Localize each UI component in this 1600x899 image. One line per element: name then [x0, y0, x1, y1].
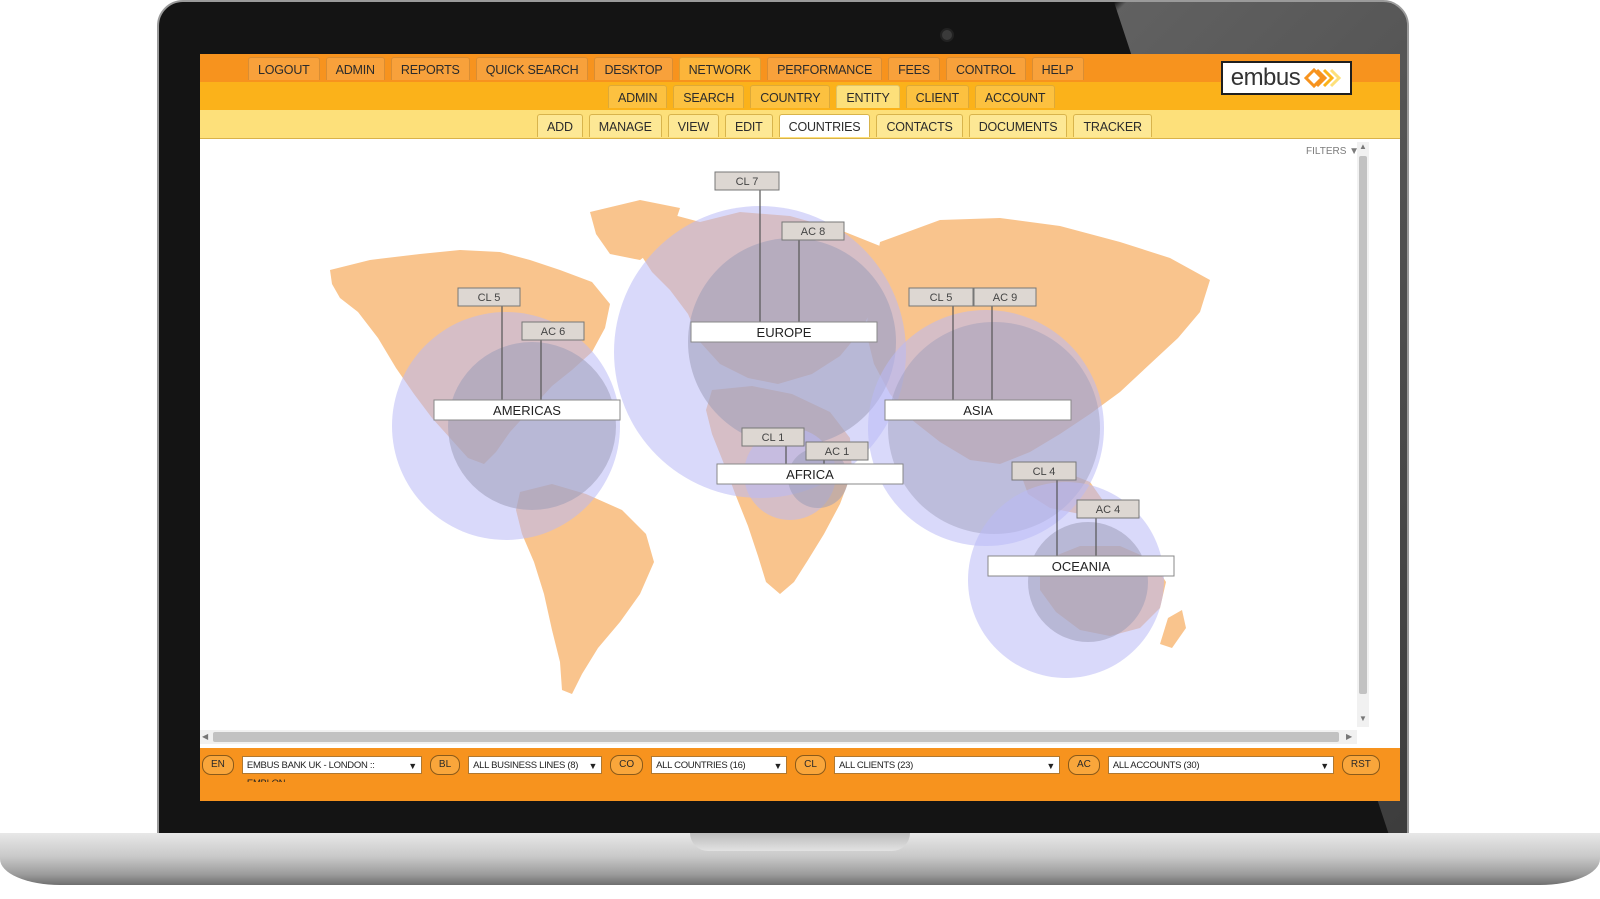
primary-tab-fees[interactable]: FEES — [888, 57, 940, 80]
secondary-tab-country[interactable]: COUNTRY — [750, 85, 831, 108]
chevron-down-icon: ▼ — [773, 761, 783, 771]
oceania-cl-tag: CL 4 — [1011, 461, 1077, 481]
scroll-up-icon[interactable]: ▲ — [1359, 142, 1367, 151]
chevron-down-icon: ▼ — [1320, 761, 1329, 771]
africa-cl-text: CL 1 — [762, 432, 785, 444]
primary-tab-network[interactable]: NETWORK — [678, 57, 762, 80]
secondary-nav: ADMIN SEARCH COUNTRY ENTITY CLIENT ACCOUNT — [200, 82, 1400, 110]
americas-cl-text: CL 5 — [478, 292, 501, 304]
tertiary-tab-documents[interactable]: DOCUMENTS — [968, 114, 1068, 137]
asia-label: ASIA — [884, 399, 1072, 421]
tertiary-tab-edit[interactable]: EDIT — [724, 114, 773, 137]
clients-select[interactable]: ALL CLIENTS (23) ▼ — [833, 756, 1060, 774]
primary-tab-quick-search[interactable]: QUICK SEARCH — [475, 57, 589, 80]
tertiary-tab-add[interactable]: ADD — [537, 114, 583, 137]
language-button[interactable]: EN — [202, 755, 234, 775]
africa-ac-text: AC 1 — [825, 446, 849, 458]
vertical-scroll-thumb[interactable] — [1359, 156, 1367, 694]
americas-ac-bubble — [448, 342, 616, 510]
new-zealand-land — [1160, 610, 1186, 648]
vertical-scrollbar[interactable]: ▲ ▼ — [1357, 142, 1369, 727]
europe-cl-tag: CL 7 — [714, 171, 780, 191]
primary-tab-control[interactable]: CONTROL — [945, 57, 1026, 80]
tertiary-tab-countries[interactable]: COUNTRIES — [778, 114, 871, 137]
primary-nav: LOGOUT ADMIN REPORTS QUICK SEARCH DESKTOP NET… — [200, 54, 1400, 82]
chevron-down-icon: ▼ — [1046, 761, 1055, 771]
asia-label-text: ASIA — [963, 403, 993, 418]
laptop-notch — [690, 833, 910, 851]
primary-tab-help[interactable]: HELP — [1031, 57, 1084, 80]
americas-label: AMERICAS — [433, 399, 621, 421]
bl-button[interactable]: BL — [429, 755, 461, 775]
europe-ac-text: AC 8 — [801, 226, 825, 238]
africa-ac-tag: AC 1 — [805, 441, 869, 461]
primary-tab-logout[interactable]: LOGOUT — [248, 57, 320, 80]
oceania-ac-bubble — [1028, 522, 1148, 642]
secondary-tab-account[interactable]: ACCOUNT — [974, 85, 1056, 108]
africa-label: AFRICA — [716, 463, 904, 485]
horizontal-scroll-thumb[interactable] — [213, 732, 1339, 742]
primary-tab-reports[interactable]: REPORTS — [390, 57, 470, 80]
scroll-left-icon[interactable]: ◀ — [202, 732, 208, 741]
tertiary-tab-view[interactable]: VIEW — [667, 114, 719, 137]
logo-text: embus — [1230, 64, 1301, 91]
footer-strip — [200, 782, 1400, 801]
oceania-label-text: OCEANIA — [1052, 559, 1111, 574]
reset-button[interactable]: RST — [1341, 755, 1380, 775]
tertiary-tab-tracker[interactable]: TRACKER — [1073, 114, 1152, 137]
africa-label-text: AFRICA — [786, 467, 834, 482]
entity-select-value: EMBUS BANK UK - LONDON :: EMBLON — [246, 760, 375, 789]
europe-label: EUROPE — [690, 321, 878, 343]
asia-ac-text: AC 9 — [993, 292, 1017, 304]
entity-select[interactable]: EMBUS BANK UK - LONDON :: EMBLON ▼ — [241, 756, 422, 789]
scroll-down-icon[interactable]: ▼ — [1359, 714, 1367, 723]
oceania-ac-tag: AC 4 — [1076, 499, 1140, 519]
asia-cl-tag: CL 5 — [908, 287, 974, 307]
secondary-tab-entity[interactable]: ENTITY — [836, 85, 900, 108]
cl-button[interactable]: CL — [795, 755, 826, 775]
world-map-area: CL 5 AC 6 CL 7 AC 8 CL 5 AC 9 CL 1 AC 1 … — [200, 142, 1357, 730]
secondary-tab-client[interactable]: CLIENT — [905, 85, 969, 108]
business-lines-select[interactable]: ALL BUSINESS LINES (8) ▼ — [468, 756, 603, 774]
asia-ac-tag: AC 9 — [973, 287, 1037, 307]
secondary-tab-search[interactable]: SEARCH — [673, 85, 745, 108]
webcam-icon — [940, 28, 954, 42]
app-screen: LOGOUT ADMIN REPORTS QUICK SEARCH DESKTOP NET… — [200, 54, 1400, 801]
americas-ac-text: AC 6 — [541, 326, 565, 338]
oceania-label: OCEANIA — [987, 555, 1175, 577]
logo-chevrons-icon — [1304, 67, 1342, 89]
tertiary-tab-manage[interactable]: MANAGE — [588, 114, 662, 137]
tertiary-nav: ADD MANAGE VIEW EDIT COUNTRIES CONTACTS DOCUME… — [200, 110, 1400, 139]
primary-tab-performance[interactable]: PERFORMANCE — [767, 57, 883, 80]
tertiary-tab-contacts[interactable]: CONTACTS — [876, 114, 963, 137]
oceania-cl-text: CL 4 — [1033, 466, 1056, 478]
clients-value: ALL CLIENTS (23) — [838, 760, 913, 771]
secondary-tab-admin[interactable]: ADMIN — [608, 85, 668, 108]
africa-cl-tag: CL 1 — [741, 427, 805, 447]
primary-tab-admin[interactable]: ADMIN — [325, 57, 385, 80]
asia-cl-text: CL 5 — [930, 292, 953, 304]
countries-value: ALL COUNTRIES (16) — [656, 760, 746, 771]
horizontal-scrollbar[interactable]: ◀ ▶ — [200, 730, 1357, 744]
ac-button[interactable]: AC — [1067, 755, 1100, 775]
business-lines-value: ALL BUSINESS LINES (8) — [473, 760, 579, 771]
europe-ac-tag: AC 8 — [781, 221, 845, 241]
oceania-ac-text: AC 4 — [1096, 504, 1120, 516]
scroll-right-icon[interactable]: ▶ — [1346, 732, 1352, 741]
chevron-down-icon: ▼ — [408, 761, 417, 771]
americas-label-text: AMERICAS — [493, 403, 561, 418]
co-button[interactable]: CO — [610, 755, 644, 775]
europe-label-text: EUROPE — [757, 325, 812, 340]
americas-cl-tag: CL 5 — [457, 287, 521, 307]
accounts-value: ALL ACCOUNTS (30) — [1112, 760, 1200, 771]
accounts-select[interactable]: ALL ACCOUNTS (30) ▼ — [1107, 756, 1334, 774]
embus-logo: embus — [1221, 61, 1352, 95]
europe-cl-text: CL 7 — [736, 176, 759, 188]
countries-select[interactable]: ALL COUNTRIES (16) ▼ — [651, 756, 788, 774]
primary-tab-desktop[interactable]: DESKTOP — [594, 57, 673, 80]
bottom-filter-bar: EN EMBUS BANK UK - LONDON :: EMBLON▼ BL … — [200, 748, 1400, 789]
world-map: CL 5 AC 6 CL 7 AC 8 CL 5 AC 9 CL 1 AC 1 … — [330, 171, 1210, 694]
chevron-down-icon: ▼ — [588, 761, 598, 771]
americas-ac-tag: AC 6 — [521, 321, 585, 341]
